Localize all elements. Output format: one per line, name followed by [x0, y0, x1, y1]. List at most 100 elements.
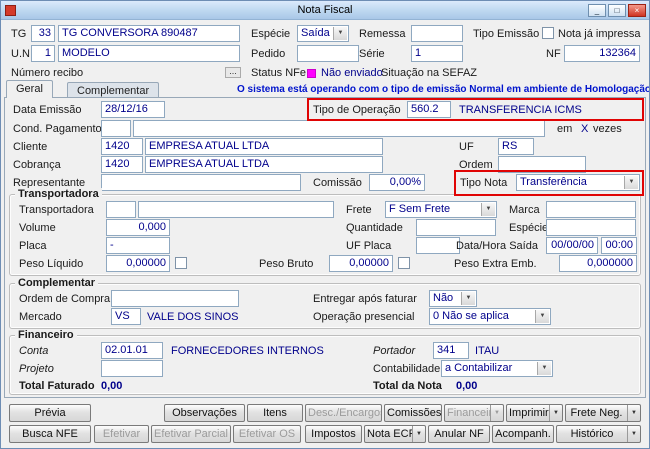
field-un-name[interactable]: MODELO	[58, 45, 240, 62]
numero-recibo-browse-button[interactable]: ...	[225, 67, 241, 78]
label-quantidade: Quantidade	[346, 222, 403, 234]
chevron-down-icon[interactable]: ▼	[412, 426, 425, 442]
field-tipo-operacao-code[interactable]: 560.2	[407, 101, 451, 118]
field-projeto[interactable]	[101, 360, 163, 377]
combo-operacao-presencial[interactable]: 0 Não se aplica ▼	[429, 308, 551, 325]
label-peso-extra: Peso Extra Emb.	[454, 258, 537, 270]
checkbox-peso-bruto[interactable]	[398, 257, 410, 269]
field-cond-pagamento-code[interactable]	[101, 120, 131, 137]
field-marca[interactable]	[546, 201, 636, 218]
field-placa[interactable]: -	[106, 237, 170, 254]
button-financeiro[interactable]: Financeiro▼	[444, 404, 504, 422]
button-frete-neg[interactable]: Frete Neg. ▼	[565, 404, 641, 422]
combo-frete[interactable]: F Sem Frete ▼	[385, 201, 497, 218]
group-complementar-title: Complementar	[15, 277, 99, 289]
field-mercado-code[interactable]: VS	[111, 308, 141, 325]
button-historico[interactable]: Histórico ▼	[556, 425, 641, 443]
field-uf-placa[interactable]	[416, 237, 460, 254]
button-nota-ecf[interactable]: Nota ECF ▼	[364, 425, 426, 443]
button-acompanh[interactable]: Acompanh.	[492, 425, 554, 443]
button-efetivar[interactable]: Efetivar	[94, 425, 149, 443]
group-financeiro-title: Financeiro	[15, 329, 77, 341]
chevron-down-icon[interactable]: ▼	[481, 203, 495, 216]
button-observacoes[interactable]: Observações	[164, 404, 245, 422]
field-data-saida[interactable]: 00/00/00	[546, 237, 598, 254]
field-uf[interactable]: RS	[498, 138, 534, 155]
field-cond-pagamento-name[interactable]	[133, 120, 545, 137]
button-imprimir[interactable]: Imprimir ▼	[506, 404, 563, 422]
field-tg-name[interactable]: TG CONVERSORA 890487	[58, 25, 240, 42]
field-quantidade[interactable]	[416, 219, 496, 236]
field-cliente-name[interactable]: EMPRESA ATUAL LTDA	[145, 138, 383, 155]
field-cliente-code[interactable]: 1420	[101, 138, 143, 155]
field-hora-saida[interactable]: 00:00	[601, 237, 637, 254]
maximize-button[interactable]: □	[608, 4, 626, 17]
titlebar[interactable]: Nota Fiscal _ □ ×	[1, 1, 649, 20]
combo-tipo-nota-value: Transferência	[520, 176, 587, 188]
chevron-down-icon[interactable]: ▼	[333, 27, 347, 40]
button-busca-nfe[interactable]: Busca NFE	[9, 425, 91, 443]
chevron-down-icon[interactable]: ▼	[627, 426, 640, 442]
field-ordem-compra[interactable]	[111, 290, 239, 307]
field-conta-code[interactable]: 02.01.01	[101, 342, 163, 359]
field-nf[interactable]: 132364	[564, 45, 640, 62]
field-transportadora-code[interactable]	[106, 201, 136, 218]
tab-geral[interactable]: Geral	[6, 80, 53, 98]
tab-complementar[interactable]: Complementar	[67, 82, 160, 97]
chevron-down-icon[interactable]: ▼	[461, 292, 475, 305]
field-peso-bruto[interactable]: 0,00000	[329, 255, 393, 272]
field-cobranca-name[interactable]: EMPRESA ATUAL LTDA	[145, 156, 383, 173]
checkbox-peso-liquido[interactable]	[175, 257, 187, 269]
total-faturado-value: 0,00	[101, 380, 123, 392]
button-efetivar-os[interactable]: Efetivar OS	[233, 425, 301, 443]
field-comissao[interactable]: 0,00%	[369, 174, 425, 191]
total-nota-value: 0,00	[456, 380, 478, 392]
chevron-down-icon[interactable]: ▼	[537, 362, 551, 375]
field-transportadora-name[interactable]	[138, 201, 334, 218]
label-un: U.N.	[11, 48, 33, 60]
combo-tipo-nota[interactable]: Transferência ▼	[516, 174, 640, 191]
field-un-code[interactable]: 1	[31, 45, 55, 62]
field-volume[interactable]: 0,000	[106, 219, 170, 236]
field-portador-code[interactable]: 341	[433, 342, 469, 359]
checkbox-nota-ja-impressa[interactable]	[542, 27, 554, 39]
field-cobranca-code[interactable]: 1420	[101, 156, 143, 173]
combo-contabilidade[interactable]: a Contabilizar ▼	[441, 360, 553, 377]
field-pedido[interactable]	[297, 45, 359, 62]
chevron-down-icon[interactable]: ▼	[624, 176, 638, 189]
field-tg-code[interactable]: 33	[31, 25, 55, 42]
button-efetivar-parcial[interactable]: Efetivar Parcial	[151, 425, 231, 443]
chevron-down-icon[interactable]: ▼	[549, 405, 562, 421]
label-nota-ja-impressa: Nota já impressa	[558, 28, 641, 40]
label-em: em	[557, 123, 573, 135]
chevron-down-icon[interactable]: ▼	[490, 405, 503, 421]
chevron-down-icon[interactable]: ▼	[627, 405, 640, 421]
button-anular-nf[interactable]: Anular NF	[428, 425, 490, 443]
button-desc-encargos[interactable]: Desc./Encargos	[305, 404, 382, 422]
chevron-down-icon[interactable]: ▼	[535, 310, 549, 323]
combo-especie[interactable]: Saída ▼	[297, 25, 349, 42]
label-vezes: vezes	[593, 123, 622, 135]
mercado-name: VALE DOS SINOS	[147, 311, 239, 323]
label-uf: UF	[459, 141, 474, 153]
field-peso-extra[interactable]: 0,000000	[559, 255, 637, 272]
field-remessa[interactable]	[411, 25, 463, 42]
button-comissoes[interactable]: Comissões	[384, 404, 442, 422]
status-nfe-value: Não enviado	[321, 67, 383, 79]
field-representante[interactable]	[101, 174, 301, 191]
minimize-button[interactable]: _	[588, 4, 606, 17]
label-volume: Volume	[19, 222, 56, 234]
field-peso-liquido[interactable]: 0,00000	[106, 255, 170, 272]
close-button[interactable]: ×	[628, 4, 646, 17]
label-total-nota: Total da Nota	[373, 380, 442, 392]
button-itens[interactable]: Itens	[247, 404, 303, 422]
window-title: Nota Fiscal	[297, 4, 353, 16]
combo-entregar-apos[interactable]: Não ▼	[429, 290, 477, 307]
field-ordem[interactable]	[498, 156, 586, 173]
field-especie-transp[interactable]	[546, 219, 636, 236]
button-previa[interactable]: Prévia	[9, 404, 91, 422]
button-impostos[interactable]: Impostos	[305, 425, 362, 443]
field-serie[interactable]: 1	[411, 45, 463, 62]
label-cond-pagamento: Cond. Pagamento	[13, 123, 102, 135]
field-data-emissao[interactable]: 28/12/16	[101, 101, 165, 118]
